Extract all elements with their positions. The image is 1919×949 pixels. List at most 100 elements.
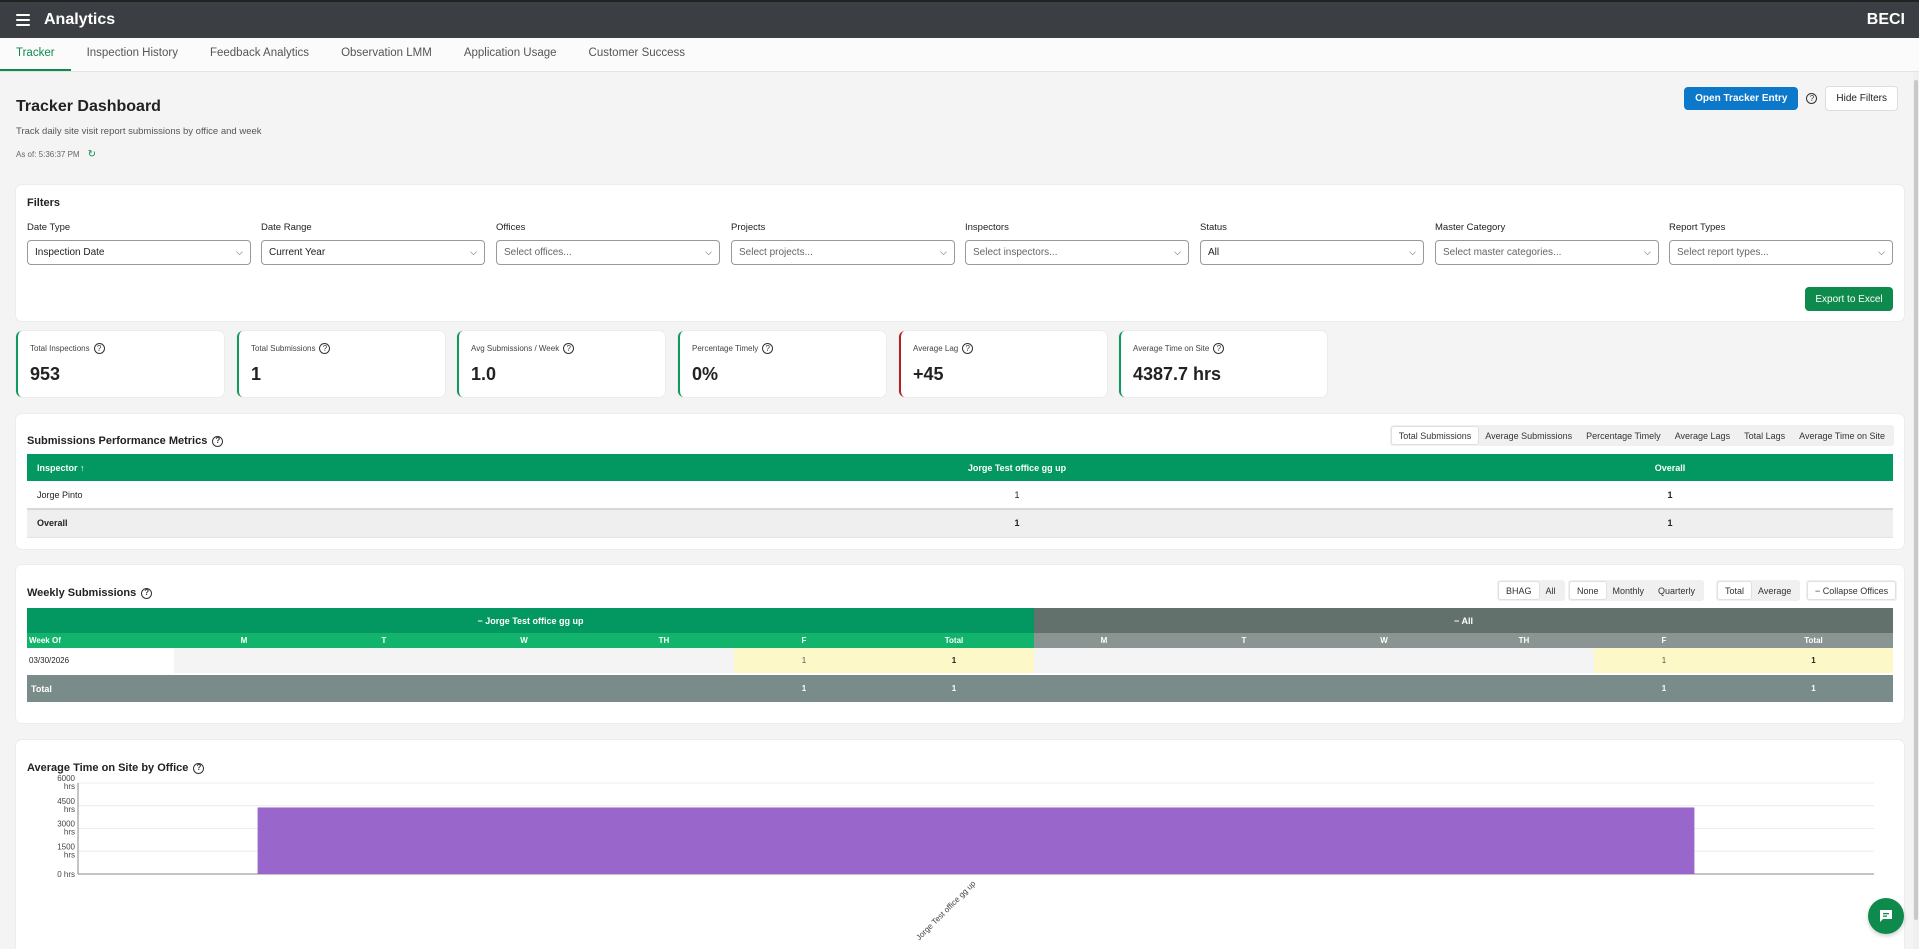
chevron-down-icon: ⌵ bbox=[1644, 247, 1651, 257]
day-header: T bbox=[314, 633, 454, 648]
top-bar: Analytics BECI bbox=[0, 0, 1919, 38]
metric-tab-average-time-on-site[interactable]: Average Time on Site bbox=[1792, 427, 1892, 444]
toggle-average[interactable]: Average bbox=[1751, 582, 1798, 599]
toggle-bhag[interactable]: BHAG bbox=[1499, 582, 1539, 599]
page-subtitle: Track daily site visit report submission… bbox=[16, 126, 262, 137]
kpi-label: Average Time on Site? bbox=[1133, 343, 1225, 354]
day-cell bbox=[1034, 648, 1174, 674]
hamburger-menu-icon[interactable] bbox=[16, 14, 30, 26]
app-title: Analytics bbox=[44, 11, 116, 28]
info-icon[interactable]: ? bbox=[93, 343, 105, 354]
toggle-quarterly[interactable]: Quarterly bbox=[1651, 582, 1702, 599]
filter-label: Date Range bbox=[261, 222, 312, 233]
refresh-icon[interactable]: ↻ bbox=[88, 149, 96, 160]
offices-select[interactable]: Select offices... ⌵ bbox=[496, 240, 720, 265]
chevron-down-icon: ⌵ bbox=[940, 247, 947, 257]
day-cell bbox=[174, 673, 314, 702]
total-row-label: Total bbox=[27, 673, 174, 702]
header-actions: Open Tracker Entry ? Hide Filters bbox=[1684, 86, 1898, 111]
chevron-down-icon: ⌵ bbox=[705, 247, 712, 257]
report-types-select[interactable]: Select report types... ⌵ bbox=[1669, 240, 1893, 265]
filter-date-range: Date Range Current Year ⌵ bbox=[261, 222, 485, 265]
info-icon[interactable]: ? bbox=[962, 343, 974, 354]
day-header: M bbox=[174, 633, 314, 648]
column-header-overall[interactable]: Overall bbox=[1447, 454, 1893, 481]
help-icon[interactable]: ? bbox=[1806, 93, 1818, 104]
overall-row: Overall 1 1 bbox=[27, 508, 1893, 538]
metric-tab-average-submissions[interactable]: Average Submissions bbox=[1478, 427, 1579, 444]
total-header: Total bbox=[1734, 633, 1893, 648]
kpi-label-text: Total Submissions bbox=[251, 344, 316, 353]
info-icon[interactable]: ? bbox=[762, 343, 774, 354]
metric-tab-total-lags[interactable]: Total Lags bbox=[1737, 427, 1792, 444]
table-row: Jorge Pinto 1 1 bbox=[27, 481, 1893, 510]
scrollbar-thumb[interactable] bbox=[1914, 80, 1918, 920]
info-icon[interactable]: ? bbox=[563, 343, 575, 354]
day-cell bbox=[454, 673, 594, 702]
day-cell bbox=[1454, 673, 1594, 702]
day-cell bbox=[1314, 673, 1454, 702]
export-to-excel-button[interactable]: Export to Excel bbox=[1805, 287, 1893, 311]
chevron-down-icon: ⌵ bbox=[470, 247, 477, 257]
collapse-offices-button[interactable]: − Collapse Offices bbox=[1808, 582, 1896, 599]
date-type-select[interactable]: Inspection Date ⌵ bbox=[27, 240, 251, 265]
performance-title-text: Submissions Performance Metrics bbox=[27, 435, 208, 447]
y-tick-label: 6000 hrs bbox=[57, 774, 75, 791]
total-cell: 1 bbox=[874, 673, 1034, 702]
chat-fab-button[interactable] bbox=[1868, 898, 1904, 934]
info-icon[interactable]: ? bbox=[141, 587, 153, 599]
kpi-label-text: Average Time on Site bbox=[1133, 344, 1210, 353]
master-category-select[interactable]: Select master categories... ⌵ bbox=[1435, 240, 1659, 265]
tab-tracker[interactable]: Tracker bbox=[0, 37, 71, 71]
period-toggle: None Monthly Quarterly bbox=[1568, 580, 1705, 601]
total-header: Total bbox=[874, 633, 1034, 648]
kpi-value: 953 bbox=[30, 364, 61, 384]
tab-customer-success[interactable]: Customer Success bbox=[573, 37, 702, 71]
metric-tab-percentage-timely[interactable]: Percentage Timely bbox=[1579, 427, 1668, 444]
filters-title: Filters bbox=[27, 197, 61, 209]
day-header: F bbox=[734, 633, 874, 648]
inspectors-select[interactable]: Select inspectors... ⌵ bbox=[965, 240, 1189, 265]
filter-projects: Projects Select projects... ⌵ bbox=[731, 222, 955, 265]
kpi-value: 1.0 bbox=[471, 364, 497, 384]
toggle-monthly[interactable]: Monthly bbox=[1606, 582, 1652, 599]
inspector-name: Jorge Pinto bbox=[27, 481, 587, 510]
kpi-total-submissions: Total Submissions? 1 bbox=[237, 331, 445, 397]
info-icon[interactable]: ? bbox=[1213, 343, 1225, 354]
filter-label: Date Type bbox=[27, 222, 71, 233]
info-icon[interactable]: ? bbox=[212, 435, 224, 447]
hide-filters-button[interactable]: Hide Filters bbox=[1825, 86, 1898, 111]
bar-chart: 0 hrs 1500 hrs 3000 hrs 4500 hrs 6000 hrs Jorge T… bbox=[57, 774, 1874, 942]
table-header-row: Inspector ↑ Jorge Test office gg up Over… bbox=[27, 454, 1893, 481]
y-tick-label: 4500 hrs bbox=[57, 797, 75, 814]
filter-label: Projects bbox=[731, 222, 766, 233]
toggle-none[interactable]: None bbox=[1570, 582, 1606, 599]
column-header-inspector[interactable]: Inspector ↑ bbox=[27, 454, 587, 481]
as-of-time: As of: 5:36:37 PM bbox=[16, 150, 80, 159]
weekly-submissions-panel: Weekly Submissions? BHAG All None Monthl… bbox=[16, 565, 1904, 723]
toggle-all[interactable]: All bbox=[1539, 582, 1563, 599]
all-group-header[interactable]: − All bbox=[1034, 608, 1893, 633]
select-value: All bbox=[1208, 247, 1220, 258]
date-range-select[interactable]: Current Year ⌵ bbox=[261, 240, 485, 265]
tab-application-usage[interactable]: Application Usage bbox=[448, 37, 573, 71]
metric-tab-average-lags[interactable]: Average Lags bbox=[1668, 427, 1737, 444]
status-select[interactable]: All ⌵ bbox=[1200, 240, 1424, 265]
metric-tab-total-submissions[interactable]: Total Submissions bbox=[1391, 427, 1479, 444]
column-header-office[interactable]: Jorge Test office gg up bbox=[587, 454, 1447, 481]
projects-select[interactable]: Select projects... ⌵ bbox=[731, 240, 955, 265]
kpi-label-text: Percentage Timely bbox=[692, 344, 759, 353]
day-cell bbox=[314, 648, 454, 674]
kpi-percentage-timely: Percentage Timely? 0% bbox=[678, 331, 886, 397]
info-icon[interactable]: ? bbox=[319, 343, 331, 354]
open-tracker-entry-button[interactable]: Open Tracker Entry bbox=[1684, 87, 1799, 110]
day-header: W bbox=[1314, 633, 1454, 648]
page-scrollbar[interactable] bbox=[1913, 72, 1919, 949]
tab-observation-lmm[interactable]: Observation LMM bbox=[325, 37, 448, 71]
office-group-header[interactable]: − Jorge Test office gg up bbox=[27, 608, 1034, 633]
tab-feedback-analytics[interactable]: Feedback Analytics bbox=[194, 37, 325, 71]
select-placeholder: Select report types... bbox=[1677, 247, 1769, 258]
toggle-total[interactable]: Total bbox=[1718, 582, 1752, 599]
tab-inspection-history[interactable]: Inspection History bbox=[71, 37, 194, 71]
cell-value: 1 bbox=[587, 508, 1447, 538]
